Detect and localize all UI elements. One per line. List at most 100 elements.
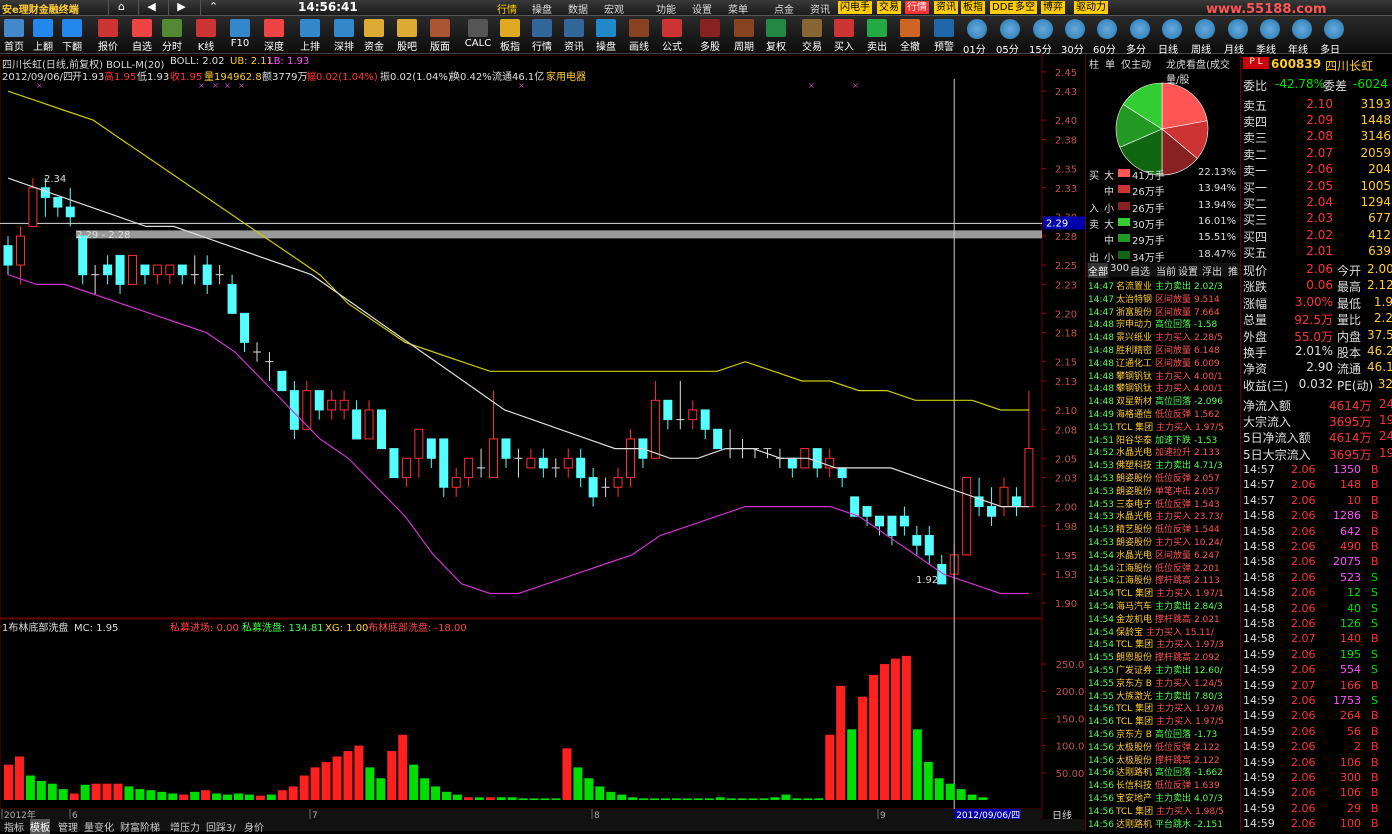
indicator-tab-1[interactable]: 模板 xyxy=(30,819,50,834)
quick-btn-0[interactable]: 闪电手 xyxy=(838,1,872,14)
toolbar-14[interactable]: CALC xyxy=(463,18,493,52)
news-item[interactable]: 14:48 辽通化工 区间放量 6.009 xyxy=(1088,356,1240,369)
home-icon[interactable]: ⌂ xyxy=(108,0,134,15)
event-marker[interactable]: × xyxy=(808,81,815,90)
collapse-icon[interactable]: ⌃ xyxy=(200,0,226,15)
news-item[interactable]: 14:48 双星新材 高位回落 -2.096 xyxy=(1088,394,1240,407)
indicator-tab-0[interactable]: 指标 xyxy=(4,819,24,834)
event-marker[interactable]: × xyxy=(518,81,525,90)
indicator-tab-5[interactable]: 增压力 xyxy=(170,819,200,834)
toolbar-27[interactable]: 全撤 xyxy=(895,18,925,53)
news-item[interactable]: 14:54 水晶光电 区间放量 6.247 xyxy=(1088,548,1240,561)
menu-7[interactable]: 点金 xyxy=(774,1,794,16)
news-item[interactable]: 14:56 太极股份 撑杆跳高 2.122 xyxy=(1088,753,1240,766)
toolbar-23[interactable]: 复权 xyxy=(761,18,791,53)
news-item[interactable]: 14:53 三泰电子 低位反弹 1.543 xyxy=(1088,497,1240,510)
news-item[interactable]: 14:56 达刚路机 平台跳水 -2.151 xyxy=(1088,817,1240,830)
news-item[interactable]: 14:51 TCL 集团 主力买入 1.97/5 xyxy=(1088,420,1240,433)
menu-5[interactable]: 设置 xyxy=(692,1,712,16)
news-item[interactable]: 14:55 大族激光 主力卖出 7.80/3 xyxy=(1088,689,1240,702)
event-marker[interactable]: × xyxy=(238,81,245,90)
indicator-tab-3[interactable]: 量变化 xyxy=(84,819,114,834)
forward-icon[interactable]: ▶ xyxy=(168,0,194,15)
period-icon-4[interactable] xyxy=(1097,19,1117,39)
news-item[interactable]: 14:53 水晶光电 主力买入 23.73/ xyxy=(1088,509,1240,522)
toolbar-16[interactable]: 行情 xyxy=(527,18,557,53)
news-tab-3[interactable]: 当前 xyxy=(1156,263,1176,278)
quick-btn-4[interactable]: 板指 xyxy=(961,1,985,14)
indicator-tab-7[interactable]: 身价 xyxy=(244,819,264,834)
news-item[interactable]: 14:54 TCL 集团 主力买入 1.97/3 xyxy=(1088,637,1240,650)
back-icon[interactable]: ◀ xyxy=(138,0,164,15)
toolbar-8[interactable]: 深度 xyxy=(259,18,289,53)
quick-btn-2[interactable]: 行情 xyxy=(905,1,929,14)
menu-6[interactable]: 菜单 xyxy=(728,1,748,16)
toolbar-15[interactable]: 板指 xyxy=(495,18,525,53)
news-item[interactable]: 14:48 宗申动力 高位回落 -1.58 xyxy=(1088,317,1240,330)
indicator-tab-6[interactable]: 回踩3/ xyxy=(206,819,236,834)
kline-chart[interactable]: 2.452.432.402.382.352.332.302.282.252.23… xyxy=(0,55,1085,831)
toolbar-5[interactable]: 分时 xyxy=(157,18,187,53)
period-label-3[interactable]: 30分 xyxy=(1061,41,1084,56)
news-tab-0[interactable]: 全部 xyxy=(1088,263,1108,278)
news-item[interactable]: 14:56 TCL 集团 主力买入 1.98/5 xyxy=(1088,804,1240,817)
toolbar-25[interactable]: 买入 xyxy=(829,18,859,53)
period-label-8[interactable]: 月线 xyxy=(1224,41,1244,56)
period-label-10[interactable]: 年线 xyxy=(1288,41,1308,56)
news-item[interactable]: 14:54 保龄宝 主力买入 15.11/ xyxy=(1088,625,1240,638)
news-item[interactable]: 14:56 TCL 集团 主力买入 1.97/6 xyxy=(1088,701,1240,714)
event-marker[interactable]: × xyxy=(36,81,43,90)
news-item[interactable]: 14:49 海格通信 低位反弹 1.562 xyxy=(1088,407,1240,420)
toolbar-3[interactable]: 报价 xyxy=(93,18,123,53)
news-item[interactable]: 14:54 TCL 集团 主力买入 1.97/1 xyxy=(1088,586,1240,599)
news-item[interactable]: 14:47 浙富股份 区间放量 7.664 xyxy=(1088,305,1240,318)
news-item[interactable]: 14:47 名流置业 主力卖出 2.02/3 xyxy=(1088,279,1240,292)
news-item[interactable]: 14:53 佛塑科技 主力卖出 4.71/3 xyxy=(1088,458,1240,471)
news-item[interactable]: 14:55 京东方 B 主力买入 1.24/5 xyxy=(1088,676,1240,689)
quick-btn-6[interactable]: 多空 xyxy=(1013,1,1037,14)
toolbar-2[interactable]: 下翻 xyxy=(57,18,87,53)
toolbar-20[interactable]: 公式 xyxy=(657,18,687,53)
news-item[interactable]: 14:56 宝安地产 主力卖出 4.07/3 xyxy=(1088,791,1240,804)
news-item[interactable]: 14:53 精艺股份 低位反弹 1.544 xyxy=(1088,522,1240,535)
menu-3[interactable]: 宏观 xyxy=(604,1,624,16)
period-label-7[interactable]: 周线 xyxy=(1191,41,1211,56)
period-label-1[interactable]: 05分 xyxy=(996,41,1019,56)
news-item[interactable]: 14:52 水晶光电 加速拉升 2.133 xyxy=(1088,445,1240,458)
period-label-5[interactable]: 多分 xyxy=(1126,41,1146,56)
period-label-11[interactable]: 多日 xyxy=(1320,41,1340,56)
indicator-tab-4[interactable]: 财富阶梯 xyxy=(120,819,160,834)
news-item[interactable]: 14:54 江海股份 低位反弹 2.201 xyxy=(1088,561,1240,574)
toolbar-9[interactable]: 上排 xyxy=(295,18,325,53)
period-icon-9[interactable] xyxy=(1260,19,1280,39)
news-item[interactable]: 14:48 攀钢钒钛 主力买入 4.00/1 xyxy=(1088,381,1240,394)
period-label-6[interactable]: 日线 xyxy=(1158,41,1178,56)
news-item[interactable]: 14:56 太极股份 低位反弹 2.122 xyxy=(1088,740,1240,753)
event-marker[interactable]: × xyxy=(852,81,859,90)
news-item[interactable]: 14:48 胜利精密 区间放量 6.148 xyxy=(1088,343,1240,356)
event-marker[interactable]: × xyxy=(224,81,231,90)
news-item[interactable]: 14:55 广发证券 主力卖出 12.60/ xyxy=(1088,663,1240,676)
period-icon-7[interactable] xyxy=(1195,19,1215,39)
toolbar-11[interactable]: 资金 xyxy=(359,18,389,53)
period-icon-6[interactable] xyxy=(1162,19,1182,39)
period-icon-8[interactable] xyxy=(1228,19,1248,39)
news-item[interactable]: 14:56 京东方 B 高位回落 -1.73 xyxy=(1088,727,1240,740)
toolbar-0[interactable]: 首页 xyxy=(0,18,29,53)
period-label-4[interactable]: 60分 xyxy=(1093,41,1116,56)
period-icon-1[interactable] xyxy=(1000,19,1020,39)
toolbar-4[interactable]: 自选 xyxy=(127,18,157,53)
quick-btn-8[interactable]: 驱动力 xyxy=(1074,1,1108,14)
toolbar-6[interactable]: K线 xyxy=(191,18,221,53)
news-tab-6[interactable]: 推 xyxy=(1228,263,1238,278)
news-tab-1[interactable]: 300 xyxy=(1110,263,1129,274)
news-item[interactable]: 14:56 TCL 集团 主力买入 1.97/5 xyxy=(1088,714,1240,727)
toolbar-7[interactable]: F10 xyxy=(225,18,255,52)
period-icon-5[interactable] xyxy=(1130,19,1150,39)
news-item[interactable]: 14:55 朗恩股份 撑杆跳高 2.092 xyxy=(1088,650,1240,663)
menu-0[interactable]: 行情 xyxy=(497,1,517,16)
toolbar-10[interactable]: 深排 xyxy=(329,18,359,53)
news-item[interactable]: 14:53 朗姿股份 主力买入 10.24/ xyxy=(1088,535,1240,548)
news-item[interactable]: 14:48 景兴纸业 主力买入 2.28/5 xyxy=(1088,330,1240,343)
toolbar-12[interactable]: 股吧 xyxy=(392,18,422,53)
